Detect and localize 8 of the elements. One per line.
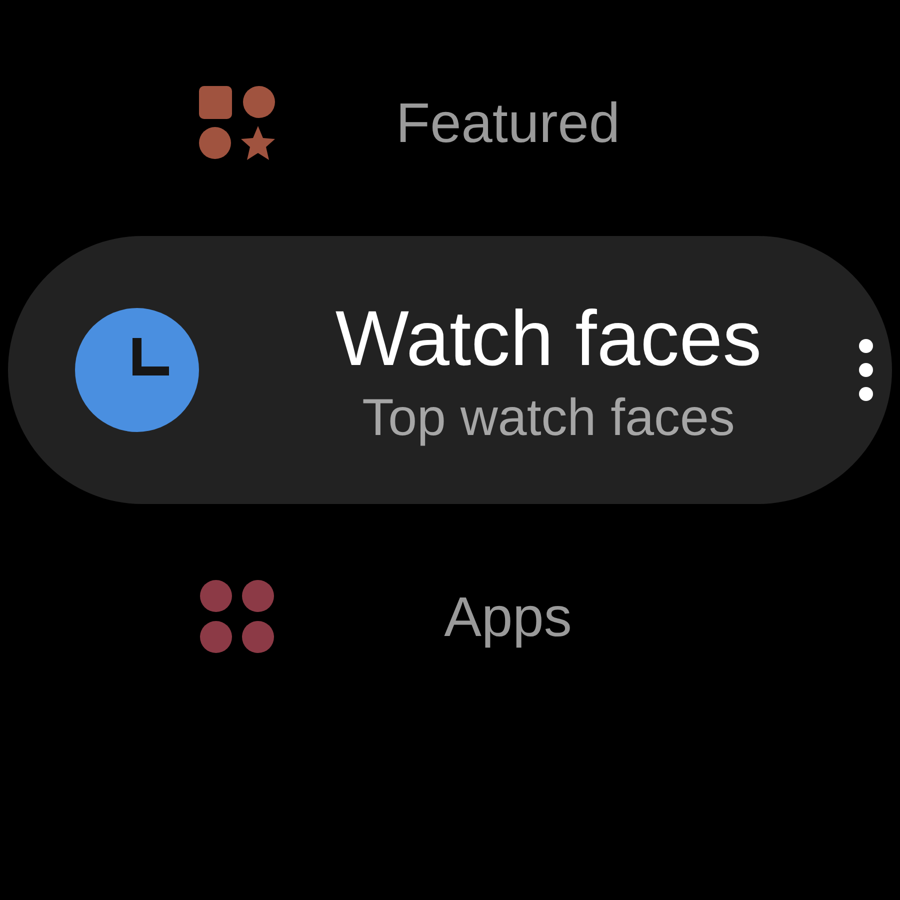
item-title: Watch faces bbox=[335, 293, 762, 384]
item-subtitle: Top watch faces bbox=[362, 388, 735, 449]
menu-item[interactable]: Apps bbox=[0, 552, 900, 682]
menu-item[interactable]: Featured bbox=[0, 58, 900, 188]
selected-menu-item[interactable]: Watch faces Top watch faces bbox=[8, 236, 892, 504]
item-title: Apps bbox=[444, 584, 572, 650]
more-options-icon[interactable] bbox=[858, 338, 874, 402]
item-title: Featured bbox=[396, 90, 620, 156]
